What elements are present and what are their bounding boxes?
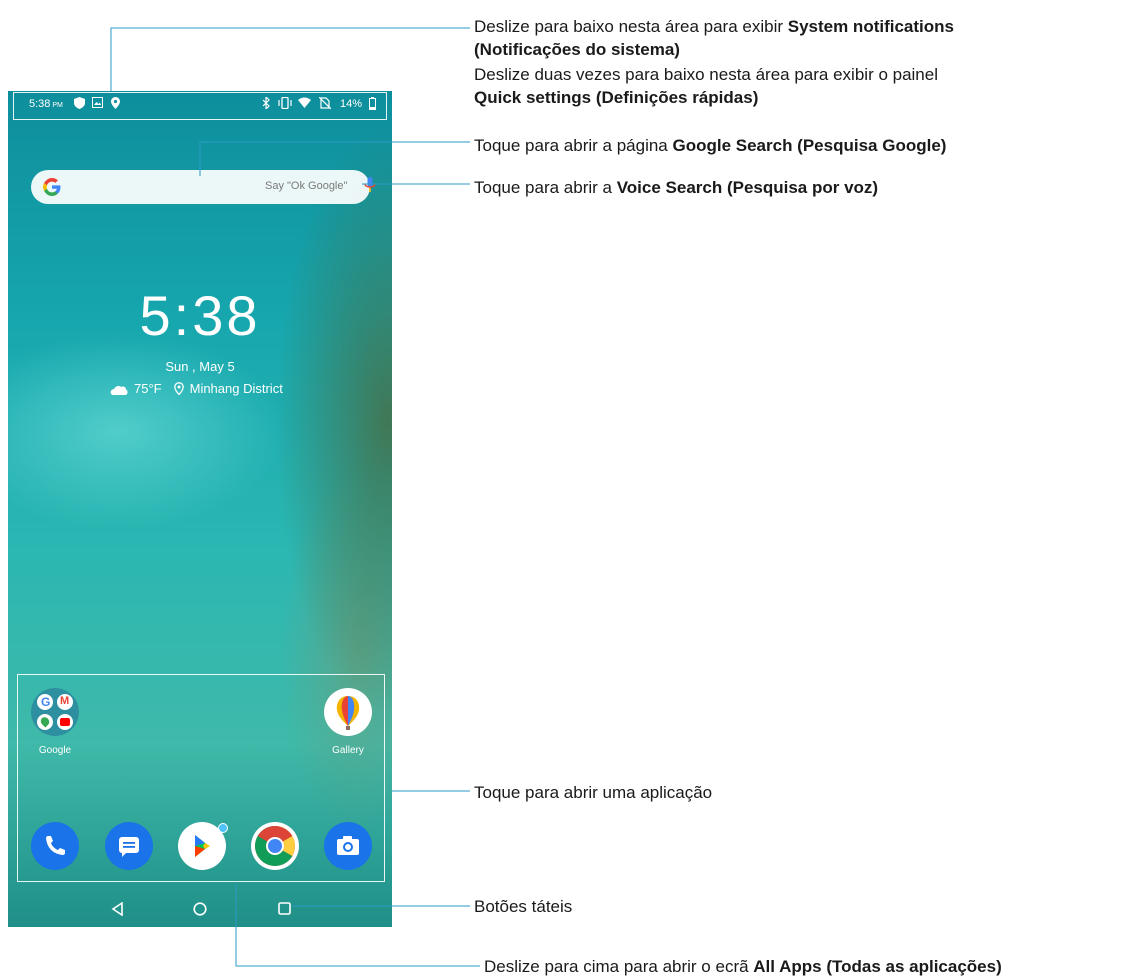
annotation-touch-buttons: Botões táteis <box>474 897 573 916</box>
annotation-open-app: Toque para abrir uma aplicação <box>474 783 713 802</box>
annotation-google-search: Toque para abrir a página Google Search … <box>474 136 947 155</box>
annotation-voice-search: Toque para abrir a Voice Search (Pesquis… <box>474 178 879 197</box>
annotation-system-notifications: Deslize para baixo nesta área para exibi… <box>474 17 954 59</box>
annotation-all-apps: Deslize para cima para abrir o ecrã All … <box>484 957 1002 976</box>
annotation-quick-settings: Deslize duas vezes para baixo nesta área… <box>474 65 938 107</box>
